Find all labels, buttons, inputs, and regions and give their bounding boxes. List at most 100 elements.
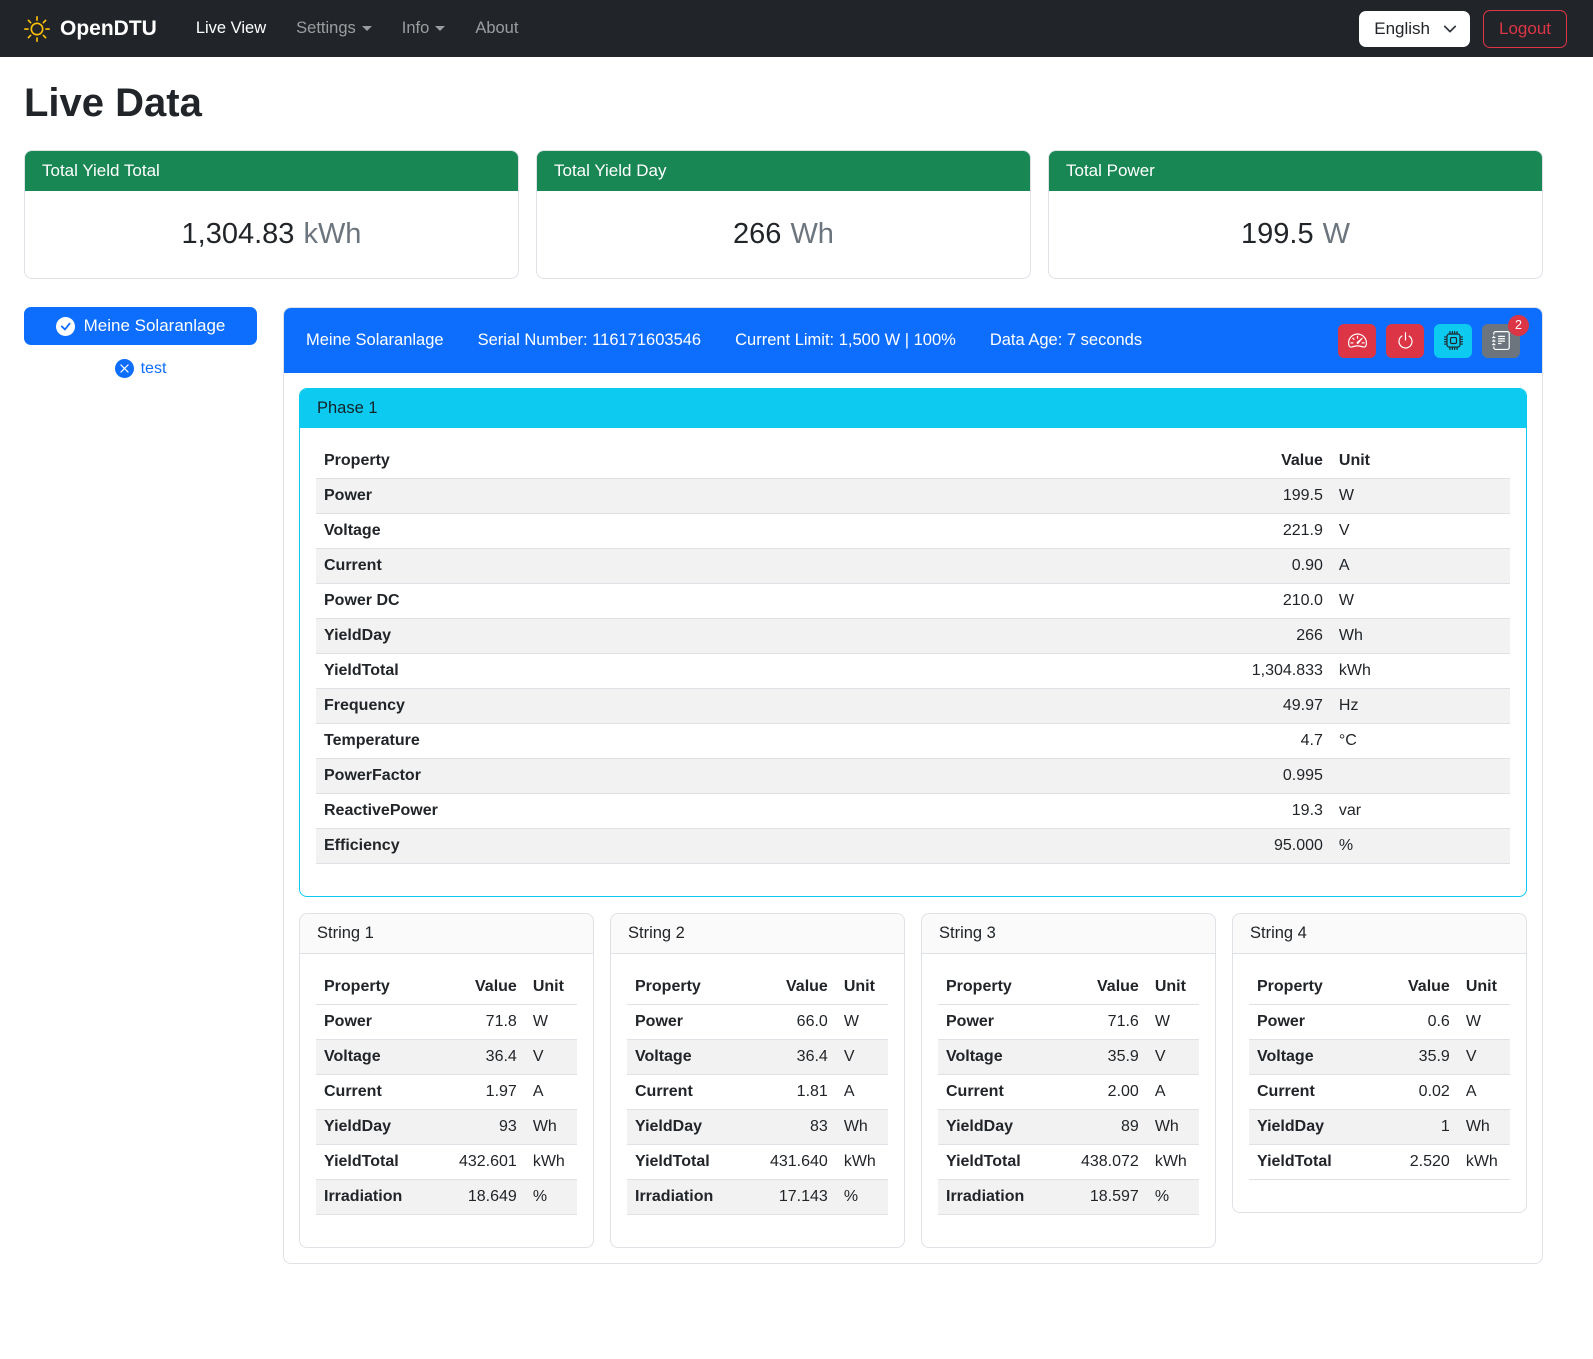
table-cell: 2.00 [1055, 1075, 1147, 1110]
table-row: Current1.81A [627, 1075, 888, 1110]
table-cell: 93 [433, 1110, 525, 1145]
table-cell: Efficiency [316, 829, 923, 864]
table-cell: % [1147, 1180, 1199, 1215]
card-value-row: 199.5W [1049, 191, 1542, 278]
column-value: Value [1055, 970, 1147, 1005]
table-cell: °C [1331, 724, 1510, 759]
column-unit: Unit [1458, 970, 1510, 1005]
table-cell: Voltage [627, 1040, 744, 1075]
string-title: String 3 [922, 914, 1215, 954]
table-cell: Voltage [316, 1040, 433, 1075]
table-cell: W [525, 1005, 577, 1040]
table-cell: Irradiation [938, 1180, 1055, 1215]
table-cell: 71.8 [433, 1005, 525, 1040]
string-2-card: String 2 Property Value Unit [610, 913, 905, 1248]
table-cell: 199.5 [923, 479, 1331, 514]
card-unit: kWh [303, 218, 361, 250]
table-cell: Current [316, 549, 923, 584]
string-4-table: Property Value Unit Power0.6WVoltage35.9… [1249, 970, 1510, 1180]
brand[interactable]: OpenDTU [24, 16, 157, 42]
table-cell: Wh [525, 1110, 577, 1145]
table-row: Irradiation18.597% [938, 1180, 1199, 1215]
table-row: Power0.6W [1249, 1005, 1510, 1040]
table-cell: A [1147, 1075, 1199, 1110]
nav-item-settings[interactable]: Settings [283, 11, 385, 46]
inverter-serial: Serial Number: 116171603546 [478, 331, 702, 350]
table-cell: kWh [1147, 1145, 1199, 1180]
table-cell: A [1458, 1075, 1510, 1110]
string-2-table: Property Value Unit Power66.0WVoltage36.… [627, 970, 888, 1215]
table-cell: 35.9 [1377, 1040, 1458, 1075]
page-title: Live Data [24, 81, 1543, 126]
table-row: Voltage36.4V [627, 1040, 888, 1075]
chevron-down-icon [1443, 22, 1457, 36]
power-toggle-button[interactable] [1386, 324, 1424, 358]
table-row: YieldDay89Wh [938, 1110, 1199, 1145]
table-cell: W [1458, 1005, 1510, 1040]
logout-button[interactable]: Logout [1483, 10, 1567, 48]
speedometer-icon [1348, 331, 1367, 350]
sidebar-item-test[interactable]: test [24, 359, 257, 378]
table-cell: 1,304.833 [923, 654, 1331, 689]
table-cell: kWh [525, 1145, 577, 1180]
string-title: String 4 [1233, 914, 1526, 954]
card-value: 1,304.83 [182, 218, 295, 250]
table-cell: YieldTotal [627, 1145, 744, 1180]
table-cell: % [836, 1180, 888, 1215]
nav-item-live-view[interactable]: Live View [183, 11, 279, 46]
string-1-table: Property Value Unit Power71.8WVoltage36.… [316, 970, 577, 1215]
table-cell: A [836, 1075, 888, 1110]
event-log-button[interactable]: 2 [1482, 324, 1520, 358]
string-4-card: String 4 Property Value Unit [1232, 913, 1527, 1213]
table-cell: 1.97 [433, 1075, 525, 1110]
strings-row: String 1 Property Value Unit [299, 913, 1527, 1248]
table-cell: 210.0 [923, 584, 1331, 619]
sidebar-item-label: Meine Solaranlage [84, 316, 226, 336]
navbar-right: English Logout [1359, 10, 1567, 48]
phase-table: Property Value Unit Power199.5WVoltage22… [316, 444, 1510, 864]
language-select[interactable]: English [1359, 11, 1470, 47]
table-cell: YieldDay [1249, 1110, 1377, 1145]
table-cell: 71.6 [1055, 1005, 1147, 1040]
chevron-down-icon [362, 26, 372, 31]
table-row: YieldTotal2.520kWh [1249, 1145, 1510, 1180]
table-cell: Power [938, 1005, 1055, 1040]
cpu-icon [1444, 331, 1463, 350]
nav-item-settings-label: Settings [296, 19, 356, 37]
string-title: String 1 [300, 914, 593, 954]
table-row: Current0.90A [316, 549, 1510, 584]
string-title: String 2 [611, 914, 904, 954]
table-row: Voltage35.9V [938, 1040, 1199, 1075]
table-cell: Current [316, 1075, 433, 1110]
table-cell: A [1331, 549, 1510, 584]
nav-item-about[interactable]: About [462, 11, 531, 46]
table-cell: ReactivePower [316, 794, 923, 829]
table-cell: kWh [1331, 654, 1510, 689]
table-cell: 66.0 [744, 1005, 836, 1040]
table-cell: W [1147, 1005, 1199, 1040]
table-cell: V [1458, 1040, 1510, 1075]
table-cell: 1 [1377, 1110, 1458, 1145]
restart-button[interactable] [1434, 324, 1472, 358]
table-cell: Voltage [316, 514, 923, 549]
table-cell: Frequency [316, 689, 923, 724]
column-unit: Unit [525, 970, 577, 1005]
table-cell: Power DC [316, 584, 923, 619]
table-row: Temperature4.7°C [316, 724, 1510, 759]
nav-links: Live View Settings Info About [183, 11, 1359, 46]
nav-item-info[interactable]: Info [389, 11, 459, 46]
table-cell: V [1331, 514, 1510, 549]
table-cell: 0.02 [1377, 1075, 1458, 1110]
table-cell: YieldDay [316, 1110, 433, 1145]
limit-settings-button[interactable] [1338, 324, 1376, 358]
phase-title: Phase 1 [300, 389, 1526, 428]
table-cell: Current [938, 1075, 1055, 1110]
table-cell: Power [1249, 1005, 1377, 1040]
column-property: Property [627, 970, 744, 1005]
table-cell: W [1331, 584, 1510, 619]
table-row: ReactivePower19.3var [316, 794, 1510, 829]
sidebar-item-meine-solaranlage[interactable]: Meine Solaranlage [24, 307, 257, 345]
table-row: Power199.5W [316, 479, 1510, 514]
table-row: Power DC210.0W [316, 584, 1510, 619]
table-cell: Wh [836, 1110, 888, 1145]
